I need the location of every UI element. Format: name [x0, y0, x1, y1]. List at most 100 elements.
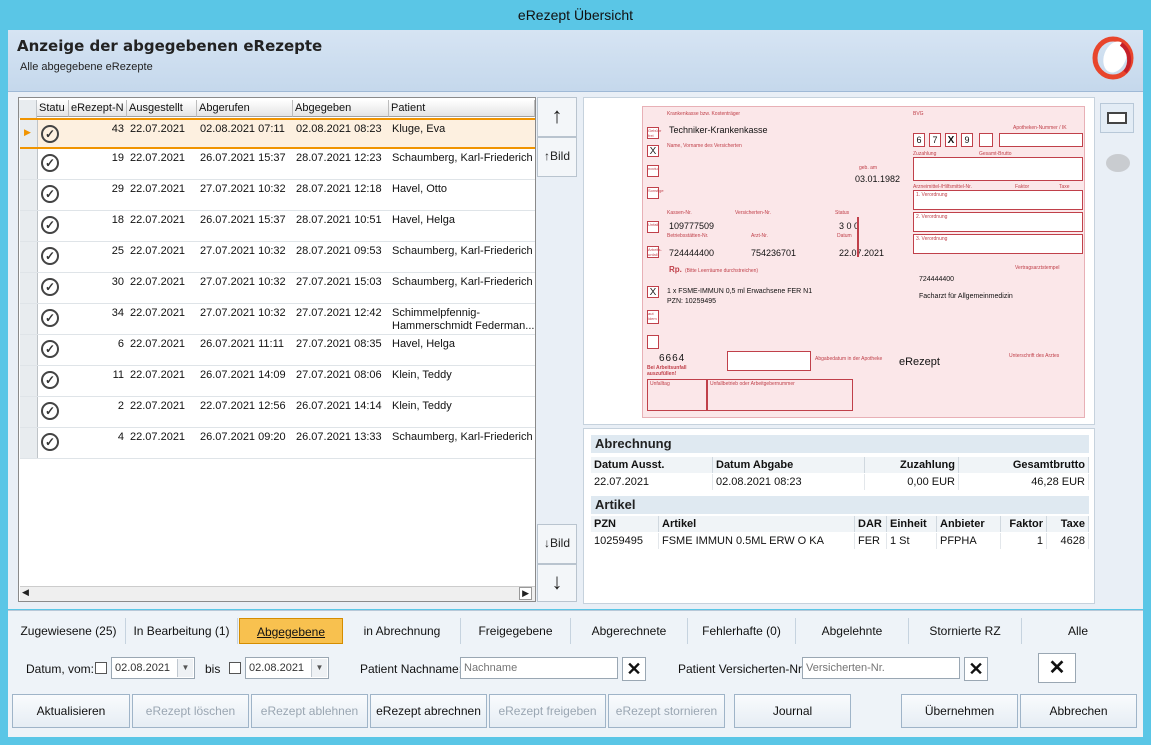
tab-abgerechnete[interactable]: Abgerechnete [571, 618, 688, 644]
table-row[interactable]: ✓ 11 22.07.2021 26.07.2021 14:09 27.07.2021 … [20, 366, 535, 397]
cell-patient: Schaumberg, Karl-Friederich [392, 431, 533, 443]
unfall-line-2: auszufüllen! [647, 371, 677, 377]
cell-nr: 25 [111, 245, 124, 257]
status-check-icon: ✓ [41, 278, 59, 296]
stornieren-button[interactable]: eRezept stornieren [608, 694, 725, 728]
nav-page-up-button[interactable]: ↑Bild [537, 137, 577, 177]
cell-abgerufen: 26.07.2021 15:37 [200, 152, 286, 164]
cell-ausgestellt: 22.07.2021 [130, 183, 186, 195]
col-ausgestellt[interactable]: Ausgestellt [127, 100, 197, 117]
clear-all-filters-icon[interactable]: ✕ [1038, 653, 1076, 683]
rp-hint: (Bitte Leerräume durchstreichen) [685, 268, 759, 274]
status-check-icon: ✓ [41, 402, 59, 420]
tab-alle[interactable]: Alle [1022, 618, 1134, 644]
status-check-icon: ✓ [41, 433, 59, 451]
nav-first-icon[interactable]: ↑ [537, 97, 577, 137]
abr-datum-abgabe: 02.08.2021 08:23 [713, 474, 865, 490]
verordnung-2-box: 2. Verordnung [913, 212, 1083, 232]
tab-freigegebene[interactable]: Freigegebene [461, 618, 571, 644]
tab-label: Zugewiesene (25) [20, 624, 117, 638]
scroll-left-icon[interactable]: ◀ [22, 587, 29, 598]
datum-von-input[interactable]: 02.08.2021 ▼ [111, 657, 195, 679]
tab-zugewiesene[interactable]: Zugewiesene (25) [12, 618, 126, 644]
bvg-label: BVG [913, 111, 924, 117]
versnr-input[interactable] [802, 657, 960, 679]
cell-abgerufen: 27.07.2021 10:32 [200, 245, 286, 257]
aktualisieren-button[interactable]: Aktualisieren [12, 694, 130, 728]
sonstige-label: Sonstige [648, 188, 664, 193]
ablehnen-button[interactable]: eRezept ablehnen [251, 694, 368, 728]
nav-last-icon[interactable]: ↓ [537, 564, 577, 602]
journal-button[interactable]: Journal [734, 694, 851, 728]
table-row[interactable]: ✓ 30 22.07.2021 27.07.2021 10:32 27.07.2021 … [20, 273, 535, 304]
arbeitsunfall-box: Arbeits- unfall [647, 246, 662, 258]
row-header [20, 304, 38, 334]
status-check-icon: ✓ [41, 309, 59, 327]
geb-label: geb. am [859, 165, 878, 171]
cell-abgegeben: 28.07.2021 10:51 [296, 214, 382, 226]
current-row-icon: ▶ [24, 127, 31, 137]
app-logo-icon [1092, 36, 1134, 80]
col-patient[interactable]: Patient [389, 100, 535, 117]
uebernehmen-button[interactable]: Übernehmen [901, 694, 1018, 728]
abgabedatum-label: Abgabedatum in der Apotheke [815, 356, 883, 362]
v3-label: 3. Verordnung [916, 236, 948, 242]
bis-label: bis [205, 662, 221, 676]
datum-von-checkbox[interactable] [95, 662, 107, 674]
unfall-box: Unfall [647, 221, 659, 233]
erezept-table[interactable]: Statu eRezept-N Ausgestellt Abgerufen Ab… [18, 97, 536, 602]
table-row[interactable]: ✓ 2 22.07.2021 22.07.2021 12:56 26.07.2021 1… [20, 397, 535, 428]
v2-label: 2. Verordnung [916, 214, 948, 220]
tab-label: Stornierte RZ [929, 624, 1001, 638]
chevron-down-icon[interactable]: ▼ [311, 659, 327, 677]
table-row[interactable]: ✓ 34 22.07.2021 27.07.2021 10:32 27.07.2021 … [20, 304, 535, 335]
cell-abgegeben: 27.07.2021 08:35 [296, 338, 382, 350]
scroll-right-icon[interactable]: ▶ [519, 587, 532, 600]
datum-bis-input[interactable]: 02.08.2021 ▼ [245, 657, 329, 679]
tab-in-bearbeitung[interactable]: In Bearbeitung (1) [126, 618, 238, 644]
tab-fehlerhafte[interactable]: Fehlerhafte (0) [688, 618, 796, 644]
status-check-icon: ✓ [41, 125, 59, 143]
comment-icon[interactable] [1106, 154, 1130, 172]
chevron-down-icon[interactable]: ▼ [177, 659, 193, 677]
arbeitsunfall-label: Arbeits- unfall [648, 247, 662, 257]
tab-abgelehnte[interactable]: Abgelehnte [796, 618, 909, 644]
verordnung-3-box: 3. Verordnung [913, 234, 1083, 254]
cell-ausgestellt: 22.07.2021 [130, 123, 186, 135]
filter-bar: Datum, vom: 02.08.2021 ▼ bis 02.08.2021 ▼ … [8, 650, 1143, 690]
table-row[interactable]: ✓ 4 22.07.2021 26.07.2021 09:20 26.07.2021 1… [20, 428, 535, 459]
horizontal-scrollbar[interactable]: ◀ ▶ [20, 586, 535, 601]
row-header [20, 242, 38, 272]
tab-in-abrechnung[interactable]: in Abrechnung [344, 618, 461, 644]
abrechnen-button[interactable]: eRezept abrechnen [370, 694, 487, 728]
kassennr-label: Kassen-Nr. [667, 210, 692, 216]
sonstige-box: Sonstige [647, 187, 664, 199]
tab-stornierte-rz[interactable]: Stornierte RZ [909, 618, 1022, 644]
abbrechen-button[interactable]: Abbrechen [1020, 694, 1137, 728]
prescription-view-icon[interactable] [1100, 103, 1134, 133]
col-nr[interactable]: eRezept-N [69, 100, 127, 117]
table-row[interactable]: ✓ 18 22.07.2021 26.07.2021 15:37 28.07.2021 … [20, 211, 535, 242]
clear-versnr-icon[interactable]: ✕ [964, 657, 988, 681]
stempel-label: Vertragsarztstempel [1015, 265, 1060, 271]
loeschen-button[interactable]: eRezept löschen [132, 694, 249, 728]
art-col-einheit: Einheit [887, 516, 937, 532]
code-value: 6664 [659, 353, 686, 364]
table-row[interactable]: ✓ 29 22.07.2021 27.07.2021 10:32 28.07.2021 … [20, 180, 535, 211]
nav-page-down-button[interactable]: ↓Bild [537, 524, 577, 564]
nachname-input[interactable] [460, 657, 618, 679]
freigeben-button[interactable]: eRezept freigeben [489, 694, 606, 728]
table-row[interactable]: ✓ 25 22.07.2021 27.07.2021 10:32 28.07.2021 … [20, 242, 535, 273]
col-abgerufen[interactable]: Abgerufen [197, 100, 293, 117]
table-row[interactable]: ✓ 19 22.07.2021 26.07.2021 15:37 28.07.2021 … [20, 149, 535, 180]
aut-idem-label: aut idem [648, 311, 657, 321]
table-row[interactable]: ▶ ✓ 43 22.07.2021 02.08.2021 07:11 02.08.2021… [20, 118, 535, 149]
datum-bis-checkbox[interactable] [229, 662, 241, 674]
col-abgegeben[interactable]: Abgegeben [293, 100, 389, 117]
table-row[interactable]: ✓ 6 22.07.2021 26.07.2021 11:11 27.07.2021 0… [20, 335, 535, 366]
art-col-taxe: Taxe [1047, 516, 1089, 532]
clear-nachname-icon[interactable]: ✕ [622, 657, 646, 681]
tab-abgegebene[interactable]: Abgegebene [239, 618, 343, 644]
col-status[interactable]: Statu [37, 100, 69, 117]
cell-nr: 34 [111, 307, 124, 319]
